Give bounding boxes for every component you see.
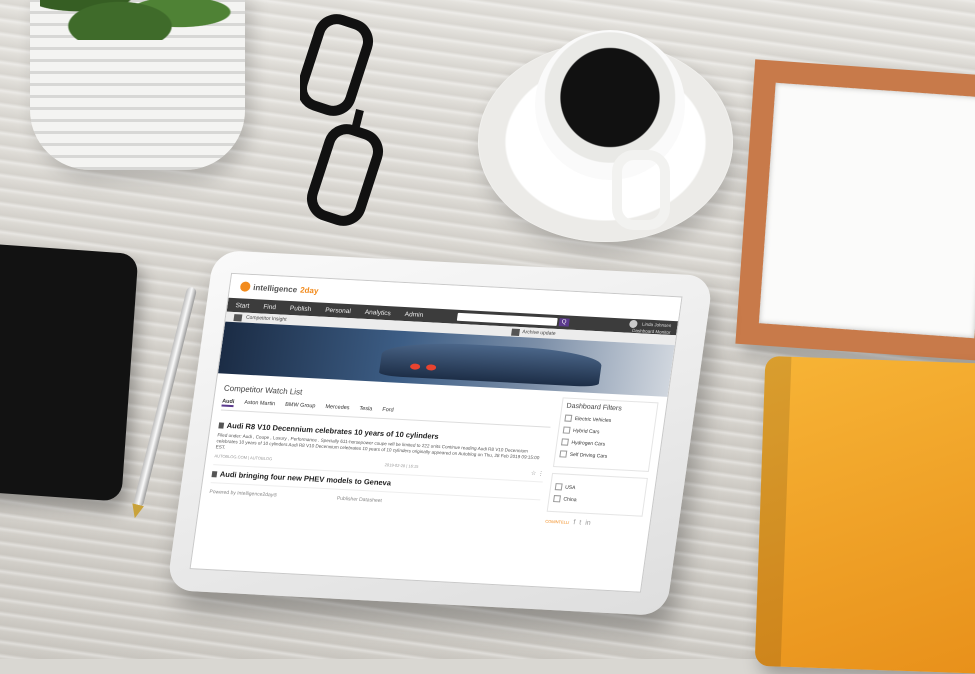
facebook-icon[interactable]: f [573,519,576,526]
picture-frame-blank [758,82,975,339]
checkbox[interactable] [559,450,568,458]
archive-icon [510,328,520,336]
checkbox[interactable] [553,495,561,503]
filter-label: USA [564,484,576,491]
cup-handle [612,150,670,230]
article-date: 2019-02-28 | 16:15 [384,462,419,469]
user-menu[interactable]: Linda Johnsen Dashboard Monitor [629,319,672,334]
filter-label: Self Driving Cars [569,451,608,460]
tablet: intelligence 2day Start Find Publish Pers… [166,249,714,617]
tab-mercedes[interactable]: Mercedes [325,404,350,413]
filter-hydrogen[interactable]: Hydrogen Cars [560,438,648,449]
filter-hybrid[interactable]: Hybrid Cars [562,426,650,437]
logo-icon [239,281,251,292]
nav-find[interactable]: Find [263,303,277,311]
notebook [754,355,975,674]
smartphone [0,242,139,502]
filter-self-driving[interactable]: Self Driving Cars [559,450,646,461]
checkbox[interactable] [564,414,573,422]
user-name: Linda Johnsen [641,321,672,328]
car-taillight [409,363,421,370]
nav-admin[interactable]: Admin [404,311,423,319]
nav-analytics[interactable]: Analytics [364,308,391,316]
plant-leaves [40,0,240,40]
notebook-spine [754,355,792,667]
search-button[interactable]: Q [558,318,570,327]
document-icon [211,470,218,477]
archive-label: Archive update [521,329,556,337]
checkbox[interactable] [562,426,571,434]
nav-publish[interactable]: Publish [289,304,311,312]
dashboard-icon [233,313,243,321]
filter-label: Electric Vehicles [574,415,612,424]
nav-start[interactable]: Start [235,302,250,310]
article-title-text: Audi bringing four new PHEV models to Ge… [219,469,392,488]
tablet-screen: intelligence 2day Start Find Publish Pers… [189,272,683,593]
tab-aston-martin[interactable]: Aston Martin [244,400,276,410]
checkbox[interactable] [560,438,569,446]
dashboard-filters: Dashboard Filters Electric Vehicles Hybr… [552,397,659,472]
picture-frame [735,59,975,362]
logo-text: intelligence [252,282,298,294]
filter-usa[interactable]: USA [554,483,642,494]
linkedin-icon[interactable]: in [585,520,591,527]
social-links: COMINTELLI f t in [545,518,642,530]
tab-tesla[interactable]: Tesla [359,406,373,415]
comintelli-badge: COMINTELLI [544,518,570,525]
powered-by: Powered by Intelligence2day® [208,489,278,499]
car-image [378,339,604,388]
filter-electric[interactable]: Electric Vehicles [564,414,651,426]
logo[interactable]: intelligence 2day [239,281,320,295]
publisher-link[interactable]: Publisher Datasheet [336,496,382,504]
region-filters: USA China [546,472,648,517]
plant-pot [30,0,245,170]
car-taillight [425,364,437,371]
document-icon [218,421,225,429]
subbar-label[interactable]: Competitor Insight [246,315,287,323]
tab-audi[interactable]: Audi [221,398,235,408]
eyeglasses [300,14,384,226]
checkbox[interactable] [554,483,563,491]
pen-tip [129,503,144,519]
filter-china[interactable]: China [553,495,640,506]
tab-bmw-group[interactable]: BMW Group [284,402,316,412]
article-source[interactable]: AUTOBLOG.COM | AUTOBLOG [214,453,272,463]
filters-title: Dashboard Filters [566,402,623,413]
nav-personal[interactable]: Personal [325,306,352,314]
filter-label: China [563,496,577,503]
star-icon[interactable]: ☆ ⋮ [530,470,544,478]
twitter-icon[interactable]: t [579,519,582,526]
user-icon [629,319,639,328]
filter-sidebar: Dashboard Filters Electric Vehicles Hybr… [545,397,659,529]
filter-label: Hybrid Cars [572,427,600,435]
content: Competitor Watch List Audi Aston Martin … [198,373,667,536]
logo-accent-text: 2day [299,285,320,295]
filter-label: Hydrogen Cars [571,439,606,448]
watchlist-panel: Competitor Watch List Audi Aston Martin … [207,380,554,525]
tab-ford[interactable]: Ford [382,407,394,416]
